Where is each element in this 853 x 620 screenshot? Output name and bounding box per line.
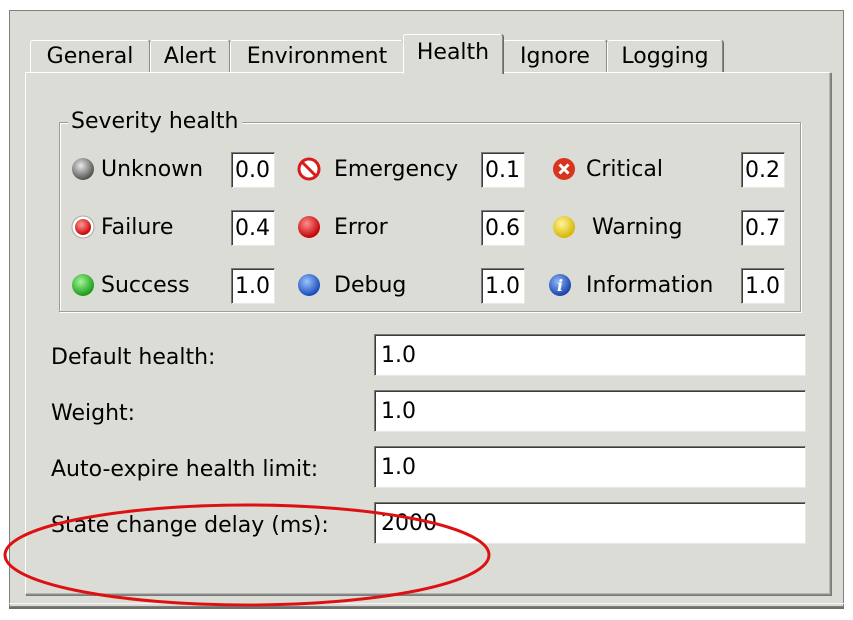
unknown-health-input[interactable] [231, 152, 275, 188]
emergency-health-input[interactable] [481, 152, 525, 188]
tab-general[interactable]: General [30, 40, 150, 72]
red-ball-icon [296, 214, 322, 240]
failure-icon [70, 214, 96, 240]
severity-health-title: Severity health [68, 108, 242, 136]
default-health-input[interactable] [374, 334, 806, 376]
info-icon: i [547, 272, 573, 298]
dialog-bottom-edge [9, 603, 844, 609]
debug-health-input[interactable] [481, 268, 525, 304]
critical-x-icon [551, 156, 577, 182]
error-health-input[interactable] [481, 210, 525, 246]
blue-ball-icon [296, 272, 322, 298]
gray-ball-icon [70, 156, 96, 182]
state-change-delay-input[interactable] [374, 502, 806, 544]
severity-label-warning: Warning [592, 215, 683, 240]
tab-environment[interactable]: Environment [230, 40, 404, 72]
yellow-ball-icon [551, 214, 577, 240]
auto-expire-health-limit-label: Auto-expire health limit: [51, 457, 319, 482]
green-ball-icon [70, 272, 96, 298]
severity-label-unknown: Unknown [101, 157, 204, 182]
default-health-label: Default health: [51, 345, 216, 370]
tab-alert[interactable]: Alert [150, 40, 230, 72]
severity-label-information: Information [586, 273, 714, 298]
warning-health-input[interactable] [741, 210, 785, 246]
severity-label-error: Error [334, 215, 388, 240]
weight-label: Weight: [51, 401, 136, 426]
severity-label-emergency: Emergency [334, 157, 459, 182]
auto-expire-health-limit-input[interactable] [374, 446, 806, 488]
failure-health-input[interactable] [231, 210, 275, 246]
tab-health[interactable]: Health [403, 34, 503, 74]
tab-logging[interactable]: Logging [607, 40, 723, 72]
severity-label-critical: Critical [586, 157, 663, 182]
success-health-input[interactable] [231, 268, 275, 304]
tab-ignore[interactable]: Ignore [503, 40, 607, 72]
weight-input[interactable] [374, 390, 806, 432]
prohibited-icon [296, 156, 322, 182]
severity-label-success: Success [101, 273, 190, 298]
severity-label-debug: Debug [334, 273, 407, 298]
state-change-delay-label: State change delay (ms): [51, 513, 329, 538]
svg-text:i: i [557, 276, 563, 295]
information-health-input[interactable] [741, 268, 785, 304]
critical-health-input[interactable] [741, 152, 785, 188]
severity-label-failure: Failure [101, 215, 174, 240]
